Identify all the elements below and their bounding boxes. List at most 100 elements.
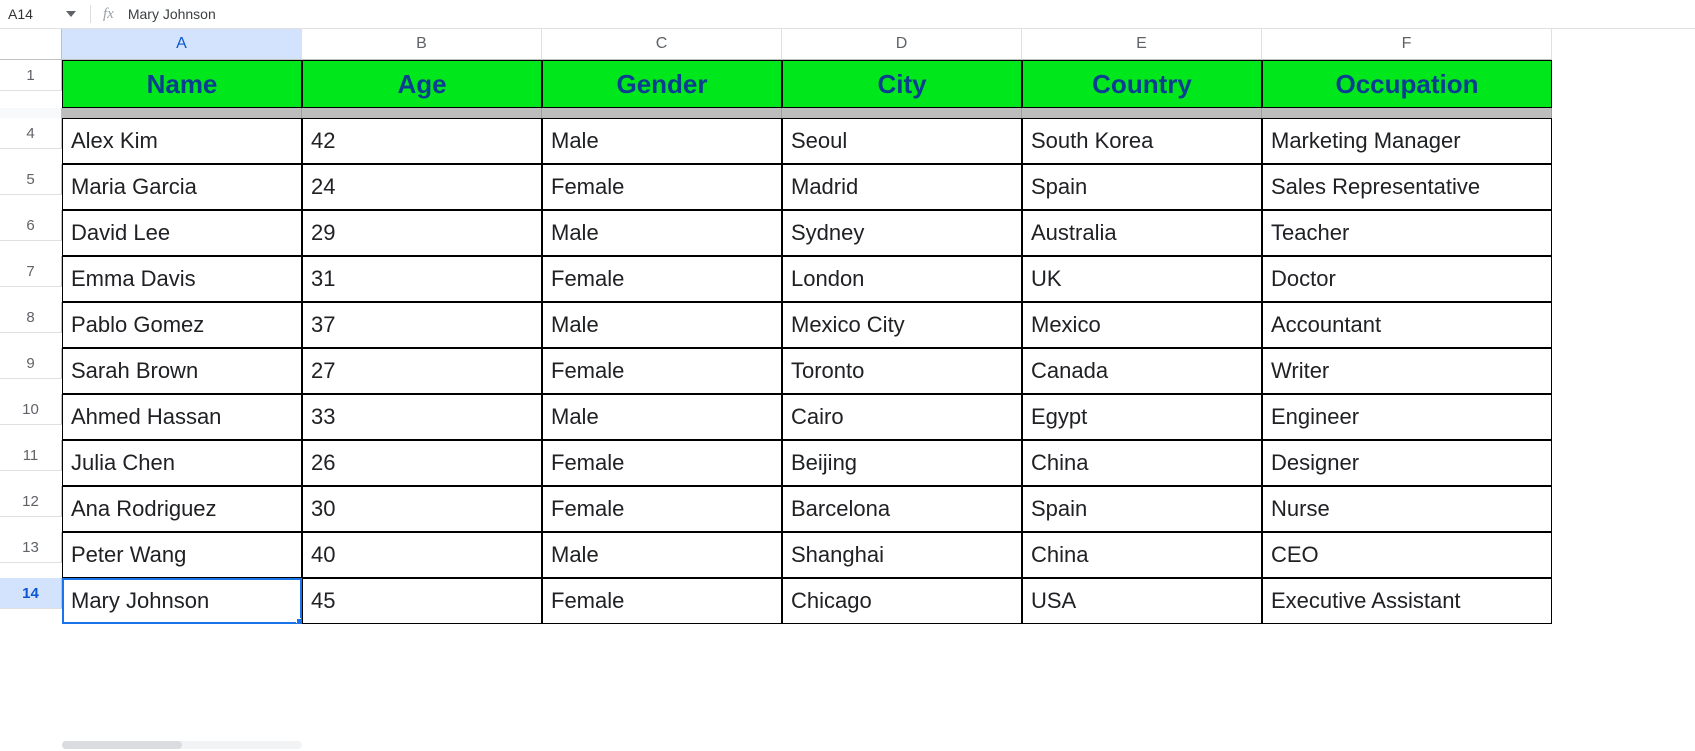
cell-E4[interactable]: South Korea	[1022, 118, 1262, 164]
cell-F12[interactable]: Nurse	[1262, 486, 1552, 532]
dropdown-icon[interactable]	[66, 11, 76, 17]
cell-A13[interactable]: Peter Wang	[62, 532, 302, 578]
row-header-10[interactable]: 10	[0, 394, 62, 425]
row-header-12[interactable]: 12	[0, 486, 62, 517]
cell-E5[interactable]: Spain	[1022, 164, 1262, 210]
row-header-6[interactable]: 6	[0, 210, 62, 241]
cell-C5[interactable]: Female	[542, 164, 782, 210]
cell-E8[interactable]: Mexico	[1022, 302, 1262, 348]
cell-B9[interactable]: 27	[302, 348, 542, 394]
name-box[interactable]: A14	[8, 6, 78, 22]
cell-E13[interactable]: China	[1022, 532, 1262, 578]
cell-C8[interactable]: Male	[542, 302, 782, 348]
header-cell-F[interactable]: Occupation	[1262, 60, 1552, 108]
cell-D7[interactable]: London	[782, 256, 1022, 302]
cell-C12[interactable]: Female	[542, 486, 782, 532]
cell-C4[interactable]: Male	[542, 118, 782, 164]
cell-E7[interactable]: UK	[1022, 256, 1262, 302]
row-header-9[interactable]: 9	[0, 348, 62, 379]
cell-A8[interactable]: Pablo Gomez	[62, 302, 302, 348]
cell-B4[interactable]: 42	[302, 118, 542, 164]
cell-F7[interactable]: Doctor	[1262, 256, 1552, 302]
cell-D13[interactable]: Shanghai	[782, 532, 1022, 578]
row-header-14[interactable]: 14	[0, 578, 62, 609]
cell-D11[interactable]: Beijing	[782, 440, 1022, 486]
cell-B12[interactable]: 30	[302, 486, 542, 532]
cell-E10[interactable]: Egypt	[1022, 394, 1262, 440]
cell-E14[interactable]: USA	[1022, 578, 1262, 624]
header-cell-B[interactable]: Age	[302, 60, 542, 108]
horizontal-scrollbar[interactable]	[62, 741, 302, 749]
row-header-7[interactable]: 7	[0, 256, 62, 287]
cell-A11[interactable]: Julia Chen	[62, 440, 302, 486]
cell-E6[interactable]: Australia	[1022, 210, 1262, 256]
column-header-C[interactable]: C	[542, 29, 782, 60]
cell-A10[interactable]: Ahmed Hassan	[62, 394, 302, 440]
column-header-E[interactable]: E	[1022, 29, 1262, 60]
cell-D8[interactable]: Mexico City	[782, 302, 1022, 348]
hidden-rows-indicator[interactable]	[0, 108, 62, 118]
row-header-13[interactable]: 13	[0, 532, 62, 563]
cell-D12[interactable]: Barcelona	[782, 486, 1022, 532]
cell-F14[interactable]: Executive Assistant	[1262, 578, 1552, 624]
column-header-D[interactable]: D	[782, 29, 1022, 60]
scrollbar-thumb[interactable]	[62, 741, 182, 749]
cell-D9[interactable]: Toronto	[782, 348, 1022, 394]
cell-C7[interactable]: Female	[542, 256, 782, 302]
cell-B5[interactable]: 24	[302, 164, 542, 210]
cell-F8[interactable]: Accountant	[1262, 302, 1552, 348]
cell-F4[interactable]: Marketing Manager	[1262, 118, 1552, 164]
cell-F9[interactable]: Writer	[1262, 348, 1552, 394]
header-cell-C[interactable]: Gender	[542, 60, 782, 108]
cell-C10[interactable]: Male	[542, 394, 782, 440]
cell-F13[interactable]: CEO	[1262, 532, 1552, 578]
cell-D6[interactable]: Sydney	[782, 210, 1022, 256]
column-header-B[interactable]: B	[302, 29, 542, 60]
cell-B6[interactable]: 29	[302, 210, 542, 256]
cell-A14[interactable]: Mary Johnson	[62, 578, 302, 624]
cell-F6[interactable]: Teacher	[1262, 210, 1552, 256]
cell-B8[interactable]: 37	[302, 302, 542, 348]
cell-C13[interactable]: Male	[542, 532, 782, 578]
header-cell-D[interactable]: City	[782, 60, 1022, 108]
cell-E11[interactable]: China	[1022, 440, 1262, 486]
cell-D4[interactable]: Seoul	[782, 118, 1022, 164]
cell-A5[interactable]: Maria Garcia	[62, 164, 302, 210]
cell-A7[interactable]: Emma Davis	[62, 256, 302, 302]
cell-F11[interactable]: Designer	[1262, 440, 1552, 486]
column-header-F[interactable]: F	[1262, 29, 1552, 60]
cell-C11[interactable]: Female	[542, 440, 782, 486]
column-header-A[interactable]: A	[62, 29, 302, 60]
row-header-11[interactable]: 11	[0, 440, 62, 471]
header-cell-E[interactable]: Country	[1022, 60, 1262, 108]
cell-D5[interactable]: Madrid	[782, 164, 1022, 210]
cell-C6[interactable]: Male	[542, 210, 782, 256]
row-header-5[interactable]: 5	[0, 164, 62, 195]
cell-E12[interactable]: Spain	[1022, 486, 1262, 532]
cell-B11[interactable]: 26	[302, 440, 542, 486]
cell-B10[interactable]: 33	[302, 394, 542, 440]
cell-A4[interactable]: Alex Kim	[62, 118, 302, 164]
cell-A9[interactable]: Sarah Brown	[62, 348, 302, 394]
select-all-corner[interactable]	[0, 29, 62, 60]
cell-C9[interactable]: Female	[542, 348, 782, 394]
cell-B13[interactable]: 40	[302, 532, 542, 578]
cell-B14[interactable]: 45	[302, 578, 542, 624]
cell-C14[interactable]: Female	[542, 578, 782, 624]
formula-bar: A14 fx Mary Johnson	[0, 0, 1695, 29]
cell-D10[interactable]: Cairo	[782, 394, 1022, 440]
cell-B7[interactable]: 31	[302, 256, 542, 302]
cell-A6[interactable]: David Lee	[62, 210, 302, 256]
row-header-4[interactable]: 4	[0, 118, 62, 149]
row-header-8[interactable]: 8	[0, 302, 62, 333]
cell-E9[interactable]: Canada	[1022, 348, 1262, 394]
cell-F5[interactable]: Sales Representative	[1262, 164, 1552, 210]
spreadsheet-grid[interactable]: ABCDEF 1NameAgeGenderCityCountryOccupatio…	[0, 29, 1695, 624]
cell-D14[interactable]: Chicago	[782, 578, 1022, 624]
cell-A12[interactable]: Ana Rodriguez	[62, 486, 302, 532]
cell-F10[interactable]: Engineer	[1262, 394, 1552, 440]
formula-content[interactable]: Mary Johnson	[128, 6, 216, 22]
row-header-1[interactable]: 1	[0, 60, 62, 91]
header-cell-A[interactable]: Name	[62, 60, 302, 108]
fx-icon: fx	[103, 6, 114, 23]
